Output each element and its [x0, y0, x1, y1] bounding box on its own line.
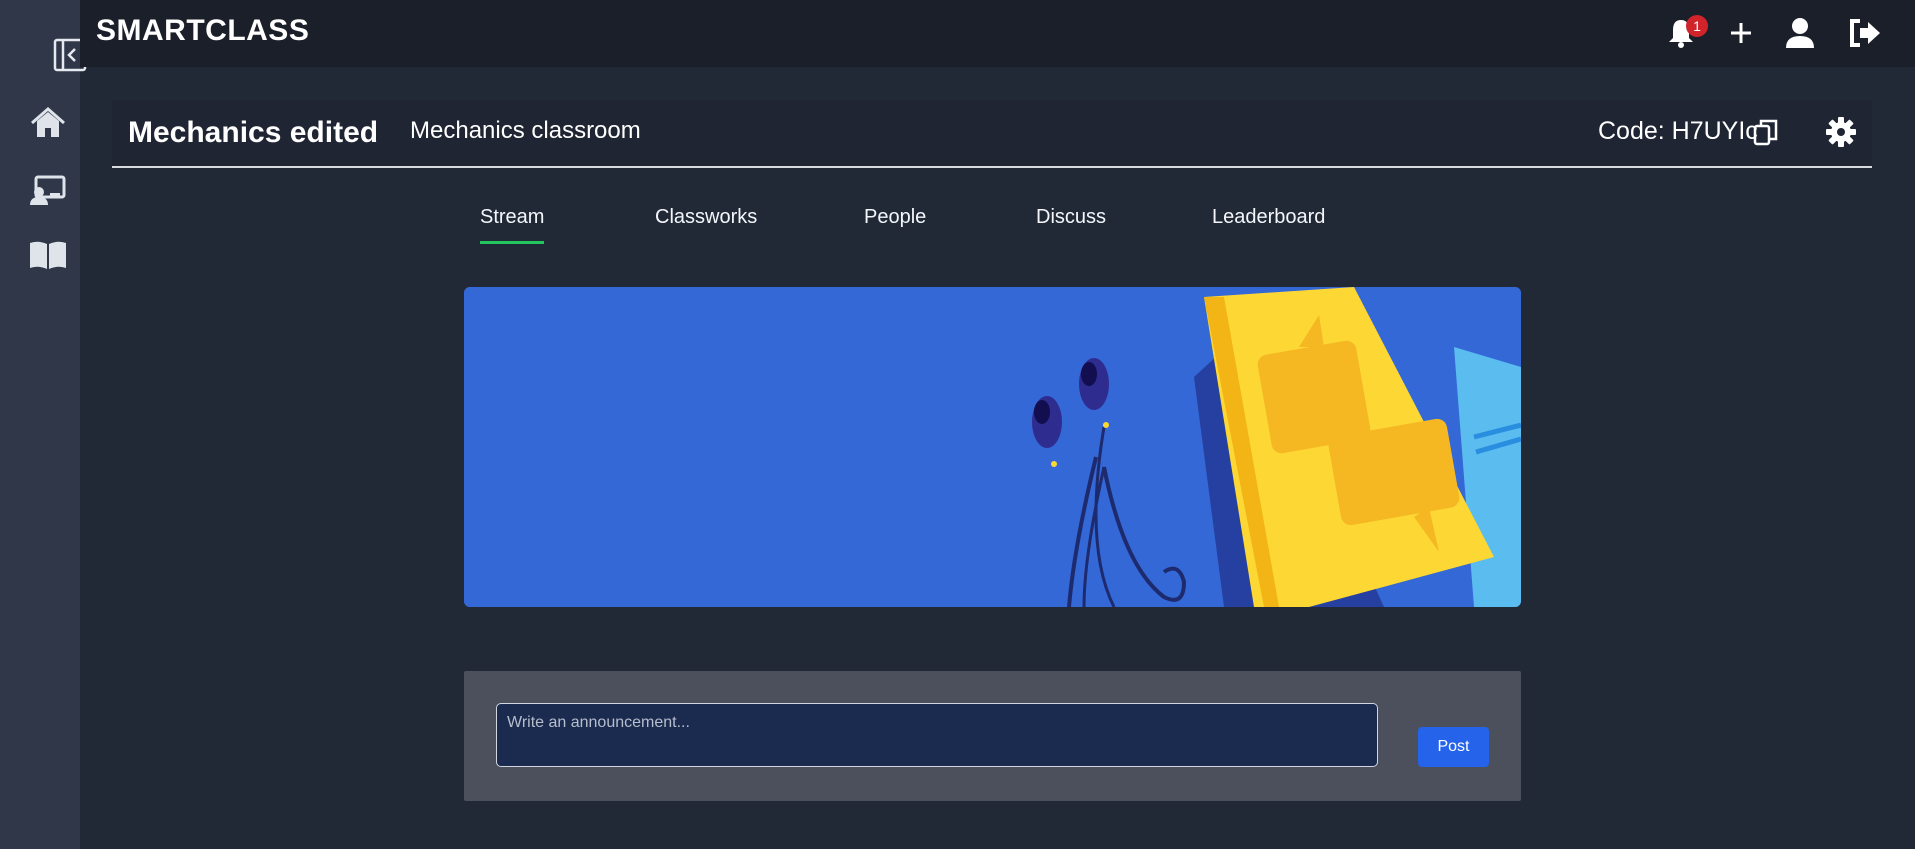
classroom-icon[interactable] — [28, 171, 68, 211]
class-title: Mechanics edited — [128, 116, 379, 149]
class-tabs: Stream Classworks People Discuss Leaderb… — [464, 206, 1364, 248]
home-icon[interactable] — [28, 103, 68, 143]
user-icon[interactable] — [1781, 14, 1819, 52]
tab-people[interactable]: People — [864, 206, 926, 241]
class-header: Mechanics edited Mechanics classroom Cod… — [112, 100, 1872, 168]
sidebar — [0, 0, 87, 849]
class-code: Code: H7UYIc — [1598, 117, 1758, 145]
tab-classworks[interactable]: Classworks — [655, 206, 757, 241]
notification-badge: 1 — [1686, 15, 1708, 37]
banner-illustration — [464, 287, 1521, 607]
announcement-input[interactable] — [496, 703, 1378, 767]
announcement-composer: Post — [464, 671, 1521, 801]
tab-leaderboard[interactable]: Leaderboard — [1212, 206, 1325, 241]
class-subtitle: Mechanics classroom — [410, 117, 641, 144]
tab-discuss[interactable]: Discuss — [1036, 206, 1106, 241]
tab-stream[interactable]: Stream — [480, 206, 545, 244]
copy-icon[interactable] — [1752, 118, 1780, 148]
class-banner — [464, 287, 1521, 607]
post-button[interactable]: Post — [1418, 727, 1489, 767]
app-brand[interactable]: SMARTCLASS — [96, 14, 309, 48]
book-icon[interactable] — [28, 235, 68, 275]
logout-icon[interactable] — [1846, 14, 1884, 52]
gear-icon[interactable] — [1824, 115, 1858, 149]
top-bar — [80, 0, 1915, 67]
plus-icon[interactable] — [1722, 14, 1760, 52]
